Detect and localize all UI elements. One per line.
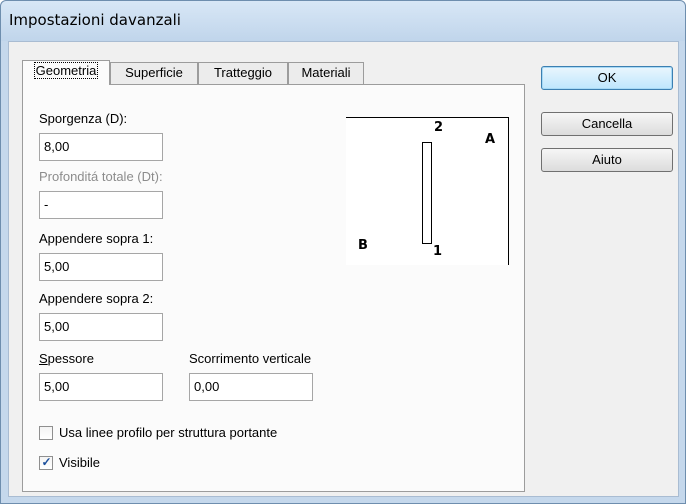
help-button[interactable]: Aiuto <box>541 148 673 172</box>
appendere-sopra-1-input[interactable]: 5,00 <box>39 253 163 281</box>
tab-superficie[interactable]: Superficie <box>110 62 198 84</box>
dialog-client-area: Geometria Superficie Tratteggio Material… <box>8 41 679 497</box>
appendere-sopra-2-input[interactable]: 5,00 <box>39 313 163 341</box>
spessore-label: Spessore <box>39 351 94 366</box>
title-bar[interactable]: Impostazioni davanzali <box>1 1 685 41</box>
preview-label-b: B <box>358 238 368 253</box>
window-title: Impostazioni davanzali <box>9 11 181 29</box>
tab-tratteggio-label: Tratteggio <box>213 65 273 80</box>
sill-preview-diagram: 2 A B 1 <box>346 117 509 265</box>
preview-label-2: 2 <box>434 120 444 135</box>
cancel-button[interactable]: Cancella <box>541 112 673 136</box>
visibile-label: Visibile <box>59 455 100 470</box>
tab-materiali-label: Materiali <box>301 65 351 80</box>
spessore-input[interactable]: 5,00 <box>39 373 163 401</box>
tab-panel-geometria: Sporgenza (D): 8,00 Profonditá totale (D… <box>22 84 525 492</box>
checkmark-icon: ✓ <box>41 455 52 469</box>
visibile-checkbox[interactable]: ✓ <box>39 455 53 470</box>
usa-linee-checkbox[interactable] <box>39 426 53 440</box>
preview-label-a: A <box>485 132 496 147</box>
sill-profile-shape <box>422 142 432 244</box>
tab-geometria-label: Geometria <box>33 62 99 79</box>
profondita-input[interactable]: - <box>39 191 163 219</box>
tab-tratteggio[interactable]: Tratteggio <box>198 62 288 84</box>
preview-label-1: 1 <box>433 244 443 259</box>
spessore-label-accelerator: S <box>39 351 48 366</box>
appendere-sopra-1-label: Appendere sopra 1: <box>39 231 154 246</box>
ok-button[interactable]: OK <box>541 66 673 90</box>
tab-superficie-label: Superficie <box>125 65 183 80</box>
usa-linee-label: Usa linee profilo per struttura portante <box>59 425 278 440</box>
spessore-label-rest: pessore <box>47 351 94 366</box>
tab-geometria[interactable]: Geometria <box>22 60 110 85</box>
sporgenza-label: Sporgenza (D): <box>39 111 128 126</box>
profondita-label: Profonditá totale (Dt): <box>39 169 163 184</box>
scorrimento-verticale-label: Scorrimento verticale <box>189 351 312 366</box>
appendere-sopra-2-label: Appendere sopra 2: <box>39 291 154 306</box>
tab-materiali[interactable]: Materiali <box>288 62 364 84</box>
dialog-window: Impostazioni davanzali Geometria Superfi… <box>0 0 686 504</box>
scorrimento-verticale-input[interactable]: 0,00 <box>189 373 313 401</box>
sporgenza-input[interactable]: 8,00 <box>39 133 163 161</box>
